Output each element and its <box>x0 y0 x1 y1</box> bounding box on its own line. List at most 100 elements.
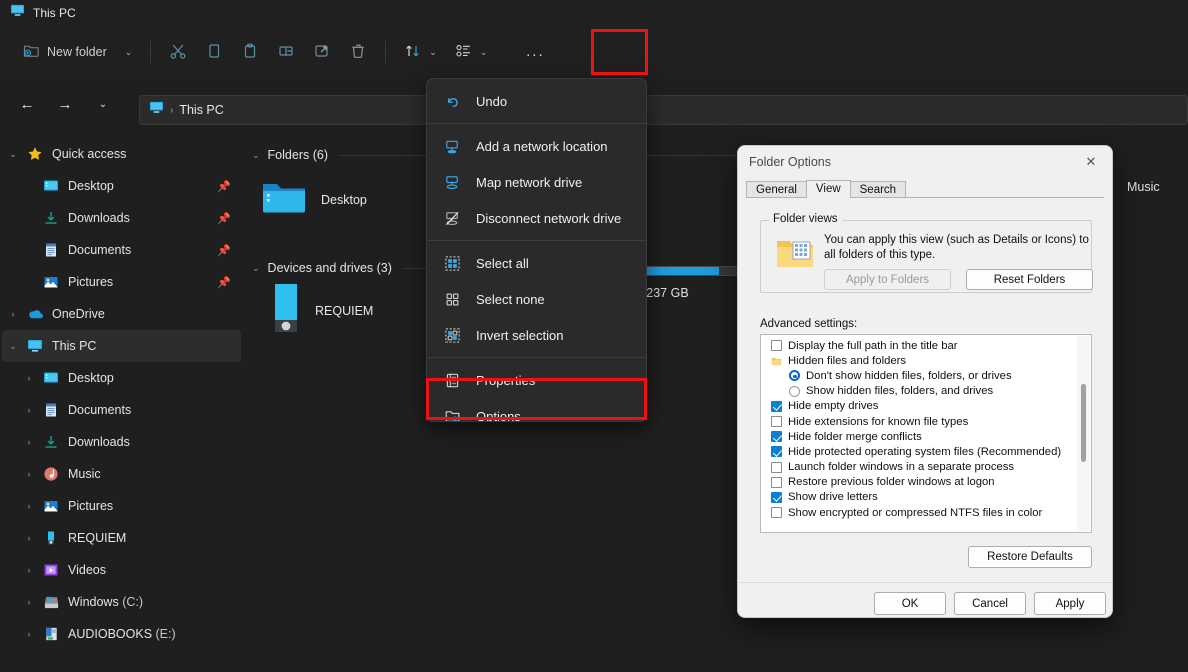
sidebar-item-downloads[interactable]: › Downloads <box>2 426 241 458</box>
radio-button[interactable] <box>789 370 800 382</box>
advanced-setting-row[interactable]: Hidden files and folders <box>761 353 1076 368</box>
advanced-setting-row[interactable]: Hide empty drives <box>761 399 1076 414</box>
pin-icon[interactable]: 📌 <box>217 244 231 257</box>
sidebar-item-windows-c[interactable]: › Windows (C:) <box>2 586 241 618</box>
cut-button[interactable] <box>160 35 196 69</box>
advanced-setting-row[interactable]: Restore previous folder windows at logon <box>761 475 1076 490</box>
advanced-list-scrollbar[interactable] <box>1077 336 1090 531</box>
menu-item-properties[interactable]: Properties <box>430 362 643 398</box>
chevron-right-icon[interactable]: › <box>18 437 40 447</box>
tab-general[interactable]: General <box>746 181 807 198</box>
radio-button[interactable] <box>789 385 800 397</box>
back-button[interactable]: ← <box>12 89 42 119</box>
navigation-pane[interactable]: ⌄ Quick access Desktop 📌 Downloads 📌 Documents… <box>0 130 243 672</box>
see-more-button[interactable]: ... <box>512 35 558 69</box>
sidebar-item-requiem[interactable]: › REQUIEM <box>2 522 241 554</box>
chevron-right-icon[interactable]: › <box>18 597 40 607</box>
delete-button[interactable] <box>340 35 376 69</box>
group-header-devices[interactable]: ⌄ Devices and drives (3) <box>252 261 392 275</box>
menu-item-disconnect-network-drive[interactable]: Disconnect network drive <box>430 200 643 236</box>
chevron-right-icon[interactable]: › <box>2 309 24 319</box>
breadcrumb[interactable]: This PC <box>179 103 223 117</box>
cancel-button[interactable]: Cancel <box>954 592 1026 615</box>
tab-search[interactable]: Search <box>849 181 907 198</box>
copy-button[interactable] <box>196 35 232 69</box>
restore-defaults-button[interactable]: Restore Defaults <box>968 546 1092 568</box>
folder-item-desktop[interactable]: Desktop <box>261 178 367 221</box>
sidebar-item-onedrive[interactable]: › OneDrive <box>2 298 241 330</box>
rename-button[interactable] <box>268 35 304 69</box>
new-folder-button[interactable]: New folder <box>14 35 116 69</box>
checkbox[interactable] <box>771 400 782 412</box>
overflow-menu[interactable]: Undo Add a network location Map network dr… <box>426 78 647 422</box>
sidebar-item-music[interactable]: › Music <box>2 458 241 490</box>
menu-item-invert-selection[interactable]: Invert selection <box>430 317 643 353</box>
chevron-right-icon[interactable]: › <box>18 373 40 383</box>
group-header-folders[interactable]: ⌄ Folders (6) <box>252 148 328 162</box>
advanced-setting-row[interactable]: Display the full path in the title bar <box>761 338 1076 353</box>
new-folder-dropdown[interactable]: ⌄ <box>116 35 142 69</box>
sidebar-item-quick-access[interactable]: ⌄ Quick access <box>2 138 241 170</box>
device-item-requiem[interactable]: REQUIEM <box>271 282 373 339</box>
sidebar-item-pictures[interactable]: Pictures 📌 <box>2 266 241 298</box>
checkbox[interactable] <box>771 461 782 473</box>
sidebar-item-audiobooks-e[interactable]: › AUDIOBOOKS (E:) <box>2 618 241 650</box>
sidebar-item-pictures[interactable]: › Pictures <box>2 490 241 522</box>
checkbox[interactable] <box>771 446 782 458</box>
checkbox[interactable] <box>771 507 782 519</box>
sidebar-item-videos[interactable]: › Videos <box>2 554 241 586</box>
sidebar-item-documents[interactable]: Documents 📌 <box>2 234 241 266</box>
forward-button[interactable]: → <box>50 89 80 119</box>
menu-item-select-none[interactable]: Select none <box>430 281 643 317</box>
apply-to-folders-button[interactable]: Apply to Folders <box>824 269 951 290</box>
menu-item-select-all[interactable]: Select all <box>430 245 643 281</box>
dialog-tabs[interactable]: General View Search <box>746 177 1112 198</box>
ok-button[interactable]: OK <box>874 592 946 615</box>
advanced-setting-row[interactable]: Hide folder merge conflicts <box>761 429 1076 444</box>
close-icon[interactable]: ✕ <box>1070 146 1112 177</box>
pin-icon[interactable]: 📌 <box>217 212 231 225</box>
checkbox[interactable] <box>771 476 782 488</box>
checkbox[interactable] <box>771 491 782 503</box>
checkbox[interactable] <box>771 431 782 443</box>
chevron-right-icon[interactable]: › <box>18 565 40 575</box>
address-bar[interactable]: › This PC <box>139 95 1188 125</box>
checkbox[interactable] <box>771 416 782 428</box>
advanced-setting-row[interactable]: Hide extensions for known file types <box>761 414 1076 429</box>
recent-locations-button[interactable]: ⌄ <box>88 89 118 119</box>
apply-button[interactable]: Apply <box>1034 592 1106 615</box>
advanced-setting-row[interactable]: Launch folder windows in a separate proc… <box>761 460 1076 475</box>
menu-item-map-network-drive[interactable]: Map network drive <box>430 164 643 200</box>
sidebar-item-documents[interactable]: › Documents <box>2 394 241 426</box>
paste-button[interactable] <box>232 35 268 69</box>
pin-icon[interactable]: 📌 <box>217 276 231 289</box>
advanced-setting-row[interactable]: Show drive letters <box>761 490 1076 505</box>
advanced-setting-row[interactable]: Don't show hidden files, folders, or dri… <box>761 368 1076 383</box>
advanced-setting-row[interactable]: Show encrypted or compressed NTFS files … <box>761 505 1076 520</box>
pin-icon[interactable]: 📌 <box>217 180 231 193</box>
chevron-down-icon[interactable]: ⌄ <box>2 341 24 352</box>
sidebar-item-this-pc[interactable]: ⌄ This PC <box>2 330 241 362</box>
advanced-setting-row[interactable]: Show hidden files, folders, and drives <box>761 384 1076 399</box>
chevron-right-icon[interactable]: › <box>18 533 40 543</box>
sort-button[interactable]: ⌄ <box>395 35 446 69</box>
scrollbar-thumb[interactable] <box>1081 384 1086 462</box>
chevron-down-icon[interactable]: ⌄ <box>2 149 24 160</box>
chevron-right-icon[interactable]: › <box>18 469 40 479</box>
menu-item-add-a-network-location[interactable]: Add a network location <box>430 128 643 164</box>
advanced-setting-row[interactable]: Hide protected operating system files (R… <box>761 444 1076 459</box>
sidebar-item-downloads[interactable]: Downloads 📌 <box>2 202 241 234</box>
menu-item-undo[interactable]: Undo <box>430 83 643 119</box>
chevron-right-icon[interactable]: › <box>18 629 40 639</box>
reset-folders-button[interactable]: Reset Folders <box>966 269 1093 290</box>
chevron-right-icon[interactable]: › <box>18 405 40 415</box>
advanced-settings-list[interactable]: Display the full path in the title bar Hi… <box>760 334 1092 533</box>
sidebar-item-desktop[interactable]: Desktop 📌 <box>2 170 241 202</box>
checkbox[interactable] <box>771 340 782 352</box>
sidebar-item-desktop[interactable]: › Desktop <box>2 362 241 394</box>
chevron-right-icon[interactable]: › <box>18 501 40 511</box>
share-button[interactable] <box>304 35 340 69</box>
menu-item-options[interactable]: Options <box>430 398 643 421</box>
tab-view[interactable]: View <box>805 180 851 198</box>
view-button[interactable]: ⌄ <box>446 35 497 69</box>
